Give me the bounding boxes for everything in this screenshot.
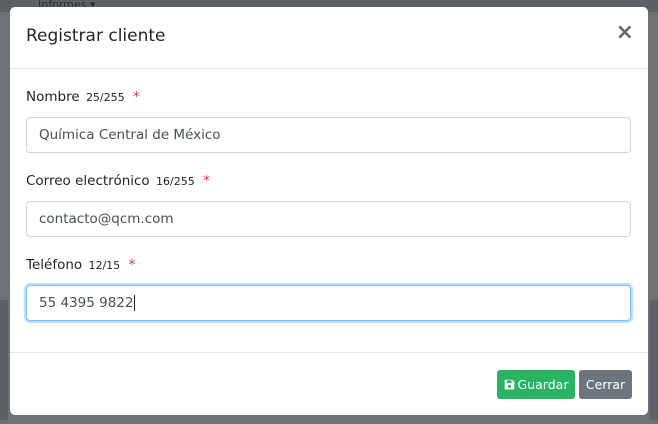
name-input[interactable]: Química Central de México	[26, 117, 631, 153]
name-char-count: 25/255	[85, 91, 125, 104]
required-marker: *	[128, 257, 136, 273]
phone-char-count: 12/15	[88, 259, 121, 272]
floppy-disk-icon	[504, 379, 514, 390]
text-caret	[134, 295, 136, 311]
save-button[interactable]: Guardar	[497, 370, 575, 399]
phone-label-text: Teléfono	[26, 257, 83, 273]
email-input-value: contacto@qcm.com	[39, 211, 174, 227]
name-label-text: Nombre	[26, 89, 80, 105]
modal-header: Registrar cliente ×	[10, 7, 648, 69]
cancel-button[interactable]: Cerrar	[579, 370, 632, 399]
backdrop-edge	[0, 300, 8, 420]
register-client-modal: Registrar cliente × Nombre 25/255 * Quím…	[10, 7, 648, 415]
save-button-label: Guardar	[517, 377, 569, 392]
phone-input-value: 55 4395 9822	[39, 295, 134, 311]
required-marker: *	[203, 173, 210, 189]
email-char-count: 16/255	[156, 175, 195, 188]
required-marker: *	[132, 89, 140, 105]
modal-footer-divider	[10, 352, 648, 354]
phone-input[interactable]: 55 4395 9822	[26, 285, 631, 321]
phone-label: Teléfono 12/15 *	[26, 257, 135, 273]
email-input[interactable]: contacto@qcm.com	[26, 201, 631, 237]
name-label: Nombre 25/255 *	[26, 89, 140, 105]
name-input-value: Química Central de México	[39, 127, 221, 143]
backdrop-edge	[650, 300, 658, 420]
close-icon[interactable]: ×	[616, 22, 634, 44]
modal-title: Registrar cliente	[26, 26, 166, 46]
email-label-text: Correo electrónico	[26, 173, 150, 189]
email-label: Correo electrónico 16/255 *	[26, 173, 210, 189]
